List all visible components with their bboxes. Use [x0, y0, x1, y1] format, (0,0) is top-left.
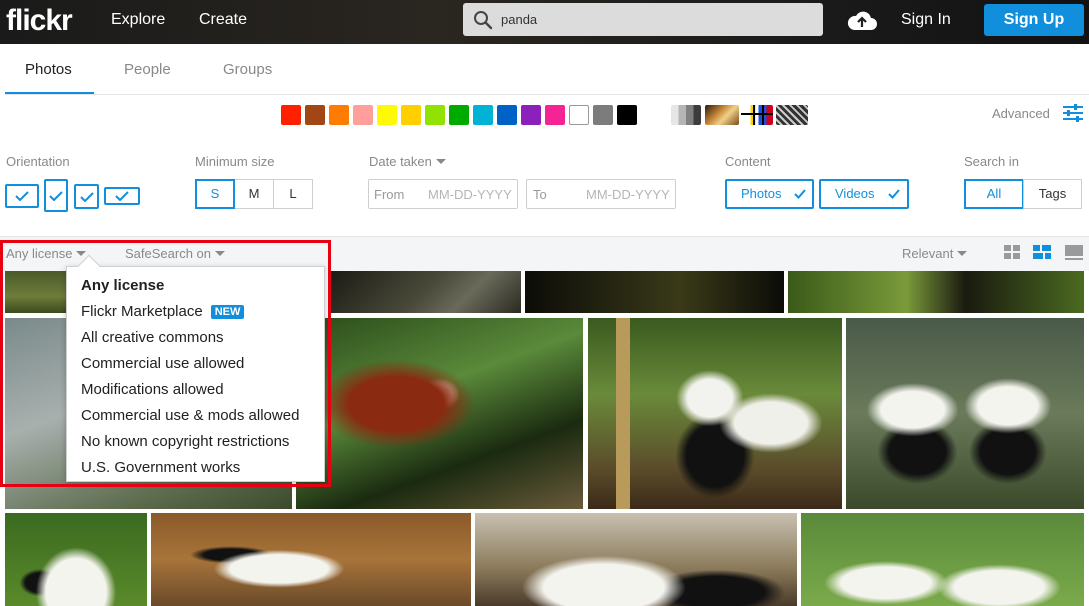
chevron-down-icon: [76, 251, 87, 256]
color-swatch[interactable]: [425, 105, 445, 125]
search-icon: [474, 11, 493, 30]
license-option-modifications[interactable]: Modifications allowed: [81, 381, 224, 398]
tab-photos[interactable]: Photos: [25, 61, 72, 78]
justified-view-icon[interactable]: [1033, 245, 1051, 261]
chevron-down-icon: [435, 159, 446, 164]
top-nav: flickr Explore Create Sign In Sign Up: [0, 0, 1089, 44]
license-option-no-copyright[interactable]: No known copyright restrictions: [81, 433, 289, 450]
bamboo-pole: [616, 318, 630, 509]
photo-thumbnail[interactable]: [525, 271, 784, 313]
create-link[interactable]: Create: [199, 11, 247, 29]
license-dropdown[interactable]: Any license: [6, 246, 87, 261]
safesearch-dropdown[interactable]: SafeSearch on: [125, 246, 226, 261]
flickr-logo[interactable]: flickr: [6, 4, 73, 38]
content-label: Content: [725, 154, 771, 169]
advanced-link[interactable]: Advanced: [992, 106, 1050, 121]
license-option-commercial-mods[interactable]: Commercial use & mods allowed: [81, 407, 299, 424]
photo-thumbnail[interactable]: [475, 513, 797, 606]
check-icon: [794, 189, 806, 199]
color-swatch[interactable]: [449, 105, 469, 125]
date-from-label: From: [374, 187, 405, 202]
license-menu: Any license Flickr Marketplace NEW All cr…: [66, 254, 325, 482]
explore-link[interactable]: Explore: [111, 11, 165, 29]
color-swatch[interactable]: [497, 105, 517, 125]
single-view-icon[interactable]: [1065, 245, 1083, 261]
photo-thumbnail[interactable]: [846, 318, 1084, 509]
color-swatch[interactable]: [401, 105, 421, 125]
tab-groups[interactable]: Groups: [223, 61, 272, 78]
photo-thumbnail[interactable]: [801, 513, 1084, 606]
date-to-field[interactable]: To MM-DD-YYYY: [526, 179, 676, 209]
grid-view-icon[interactable]: [1004, 245, 1022, 261]
sliders-icon[interactable]: [1063, 104, 1083, 122]
color-swatch[interactable]: [473, 105, 493, 125]
tabs-divider: [5, 94, 1089, 95]
search-in-label: Search in: [964, 154, 1019, 169]
minimalist-filter[interactable]: [741, 105, 773, 125]
orientation-portrait[interactable]: [44, 179, 68, 212]
search-in-tags-button[interactable]: Tags: [1023, 179, 1082, 209]
search-in-all-button[interactable]: All: [964, 179, 1024, 209]
shallow-depth-filter[interactable]: [705, 105, 739, 125]
orientation-panorama[interactable]: [104, 187, 140, 205]
black-and-white-filter[interactable]: [671, 105, 701, 125]
patterns-filter[interactable]: [776, 105, 808, 125]
orientation-landscape[interactable]: [5, 184, 39, 208]
tab-people[interactable]: People: [124, 61, 171, 78]
new-badge: NEW: [210, 305, 245, 319]
color-swatch[interactable]: [617, 105, 637, 125]
photo-thumbnail[interactable]: [329, 271, 521, 313]
orientation-label: Orientation: [6, 154, 70, 169]
license-option-commercial[interactable]: Commercial use allowed: [81, 355, 244, 372]
date-from-placeholder: MM-DD-YYYY: [428, 187, 512, 202]
check-icon: [15, 191, 29, 201]
upload-cloud-icon[interactable]: [846, 8, 878, 32]
chevron-down-icon: [215, 251, 226, 256]
photo-thumbnail[interactable]: [588, 318, 842, 509]
sort-dropdown[interactable]: Relevant: [902, 246, 968, 261]
check-icon: [79, 191, 94, 202]
check-icon: [888, 189, 900, 199]
content-videos-label: Videos: [835, 186, 875, 201]
license-option-any[interactable]: Any license: [81, 277, 164, 294]
search-input[interactable]: [501, 8, 801, 30]
color-swatch[interactable]: [377, 105, 397, 125]
color-swatch[interactable]: [521, 105, 541, 125]
color-swatch[interactable]: [329, 105, 349, 125]
content-videos-toggle[interactable]: Videos: [819, 179, 909, 209]
size-small-button[interactable]: S: [195, 179, 235, 209]
date-from-field[interactable]: From MM-DD-YYYY: [368, 179, 518, 209]
size-large-button[interactable]: L: [273, 179, 313, 209]
license-option-marketplace[interactable]: Flickr Marketplace NEW: [81, 303, 245, 320]
photo-thumbnail[interactable]: [788, 271, 1084, 313]
color-swatch[interactable]: [353, 105, 373, 125]
date-to-label: To: [533, 187, 547, 202]
color-swatch[interactable]: [305, 105, 325, 125]
content-photos-toggle[interactable]: Photos: [725, 179, 814, 209]
date-taken-label[interactable]: Date taken: [369, 154, 446, 169]
minimum-size-label: Minimum size: [195, 154, 275, 169]
color-swatch[interactable]: [593, 105, 613, 125]
check-icon: [115, 191, 129, 201]
sign-in-link[interactable]: Sign In: [901, 11, 951, 29]
search-box[interactable]: [463, 3, 823, 36]
check-icon: [49, 190, 63, 201]
color-swatch[interactable]: [281, 105, 301, 125]
orientation-square[interactable]: [74, 184, 99, 209]
photo-thumbnail[interactable]: [5, 513, 147, 606]
photo-thumbnail[interactable]: [296, 318, 583, 509]
color-swatch[interactable]: [569, 105, 589, 125]
date-to-placeholder: MM-DD-YYYY: [586, 187, 670, 202]
photo-thumbnail[interactable]: [151, 513, 471, 606]
search-tabs: Photos People Groups: [0, 44, 1089, 95]
size-medium-button[interactable]: M: [235, 179, 274, 209]
sign-up-button[interactable]: Sign Up: [984, 4, 1084, 36]
chevron-down-icon: [957, 251, 968, 256]
license-option-us-government[interactable]: U.S. Government works: [81, 459, 240, 476]
color-swatch[interactable]: [545, 105, 565, 125]
content-photos-label: Photos: [741, 186, 782, 201]
license-option-creative-commons[interactable]: All creative commons: [81, 329, 224, 346]
